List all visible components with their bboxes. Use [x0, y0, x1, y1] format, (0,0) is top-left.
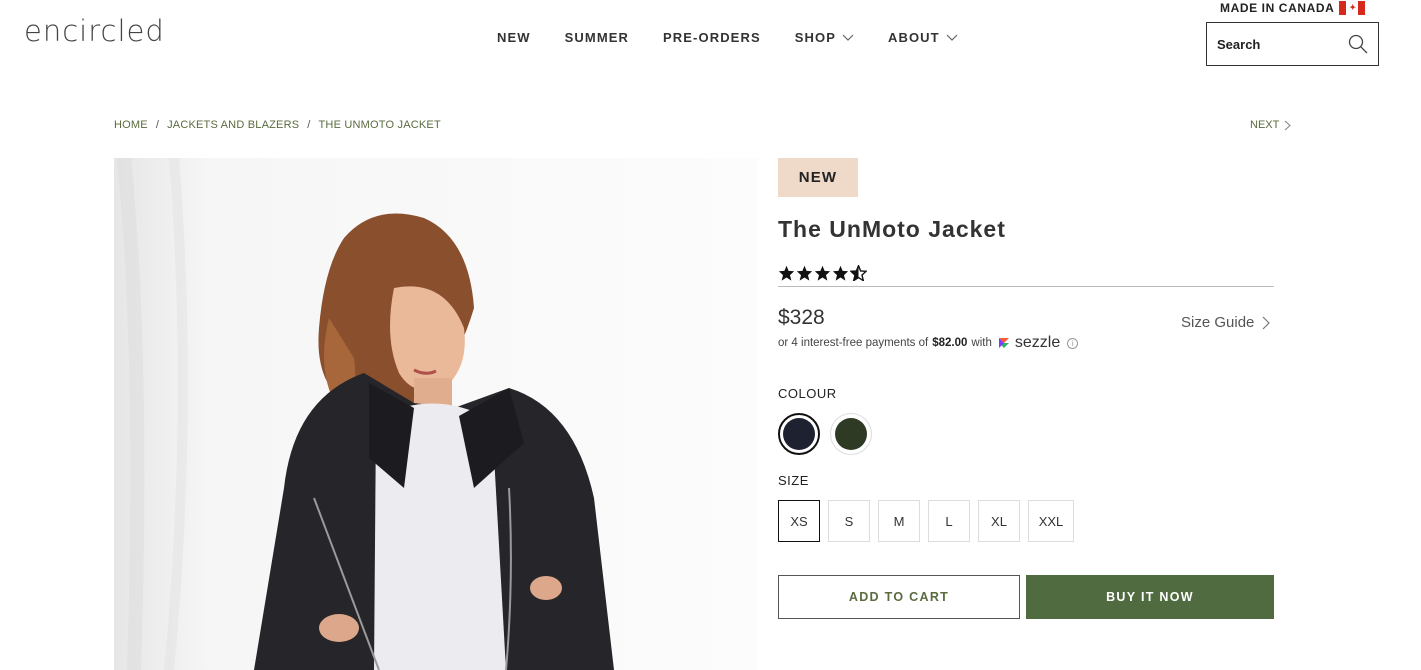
brand-logo[interactable]: encircled — [24, 14, 165, 48]
next-label: NEXT — [1250, 119, 1280, 131]
size-xxl-button[interactable]: XXL — [1028, 500, 1074, 542]
star-icon — [832, 265, 849, 281]
nav-item-summer[interactable]: SUMMER — [565, 30, 629, 45]
nav-label: ABOUT — [887, 30, 940, 45]
size-label: SIZE — [778, 473, 809, 488]
breadcrumb: HOME / JACKETS AND BLAZERS / THE UNMOTO … — [114, 119, 441, 131]
breadcrumb-current[interactable]: THE UNMOTO JACKET — [319, 119, 441, 131]
installments-with: with — [971, 337, 992, 349]
sezzle-installments: or 4 interest-free payments of $82.00 wi… — [778, 334, 1079, 352]
product-photo-illustration — [114, 158, 758, 670]
nav-item-pre-orders[interactable]: PRE-ORDERS — [663, 30, 761, 45]
star-icon — [814, 265, 831, 281]
sezzle-text: sezzle — [1014, 334, 1061, 351]
nav-item-about[interactable]: ABOUT — [888, 30, 958, 45]
colour-swatches — [778, 413, 872, 455]
rating-stars[interactable] — [778, 265, 867, 281]
sezzle-logo[interactable]: sezzle — [996, 334, 1060, 352]
installments-amount: $82.00 — [932, 337, 968, 349]
canada-flag-icon: ✦ — [1339, 1, 1366, 15]
chevron-down-icon — [842, 34, 854, 41]
product-image[interactable] — [114, 158, 758, 670]
breadcrumb-separator: / — [155, 119, 160, 131]
star-icon — [796, 265, 813, 281]
size-xs-button[interactable]: XS — [778, 500, 820, 542]
product-price: $328 — [778, 306, 825, 329]
made-in-label: MADE IN CANADA — [1220, 1, 1335, 15]
chevron-down-icon — [946, 34, 958, 41]
chevron-right-icon — [1262, 316, 1271, 329]
size-m-button[interactable]: M — [878, 500, 920, 542]
sezzle-logo-icon — [998, 338, 1009, 348]
breadcrumb-jackets[interactable]: JACKETS AND BLAZERS — [167, 119, 299, 131]
size-s-button[interactable]: S — [828, 500, 870, 542]
size-xl-button[interactable]: XL — [978, 500, 1020, 542]
swatch-color — [783, 418, 815, 450]
main-navigation: NEW SUMMER PRE-ORDERS SHOP ABOUT — [497, 30, 958, 45]
swatch-color — [835, 418, 867, 450]
size-l-button[interactable]: L — [928, 500, 970, 542]
nav-label: PRE-ORDERS — [663, 30, 761, 45]
installments-prefix: or 4 interest-free payments of — [778, 337, 929, 349]
nav-item-shop[interactable]: SHOP — [795, 30, 854, 45]
new-badge: NEW — [778, 158, 858, 197]
product-title: The UnMoto Jacket — [778, 216, 1006, 242]
nav-label: SUMMER — [564, 30, 630, 45]
search-box — [1206, 22, 1379, 66]
search-input[interactable] — [1217, 36, 1332, 52]
breadcrumb-home[interactable]: HOME — [114, 119, 148, 131]
half-star-icon — [850, 265, 867, 281]
nav-label: SHOP — [794, 30, 836, 45]
info-icon[interactable]: i — [1067, 337, 1079, 349]
swatch-black[interactable] — [778, 413, 820, 455]
next-product-link[interactable]: NEXT — [1250, 119, 1292, 131]
made-in-canada-banner: MADE IN CANADA ✦ — [1220, 1, 1366, 15]
nav-label: NEW — [497, 30, 531, 45]
size-guide-label: Size Guide — [1181, 314, 1255, 331]
add-to-cart-button[interactable]: ADD TO CART — [778, 575, 1020, 619]
chevron-right-icon — [1284, 120, 1292, 130]
star-icon — [778, 265, 795, 281]
colour-label: COLOUR — [778, 386, 837, 401]
nav-item-new[interactable]: NEW — [497, 30, 531, 45]
swatch-olive[interactable] — [830, 413, 872, 455]
breadcrumb-separator: / — [307, 119, 311, 131]
buy-it-now-button[interactable]: BUY IT NOW — [1026, 575, 1274, 619]
divider — [778, 286, 1274, 287]
size-options: XS S M L XL XXL — [778, 500, 1074, 542]
search-icon[interactable] — [1348, 34, 1368, 54]
size-guide-link[interactable]: Size Guide — [1181, 314, 1271, 331]
